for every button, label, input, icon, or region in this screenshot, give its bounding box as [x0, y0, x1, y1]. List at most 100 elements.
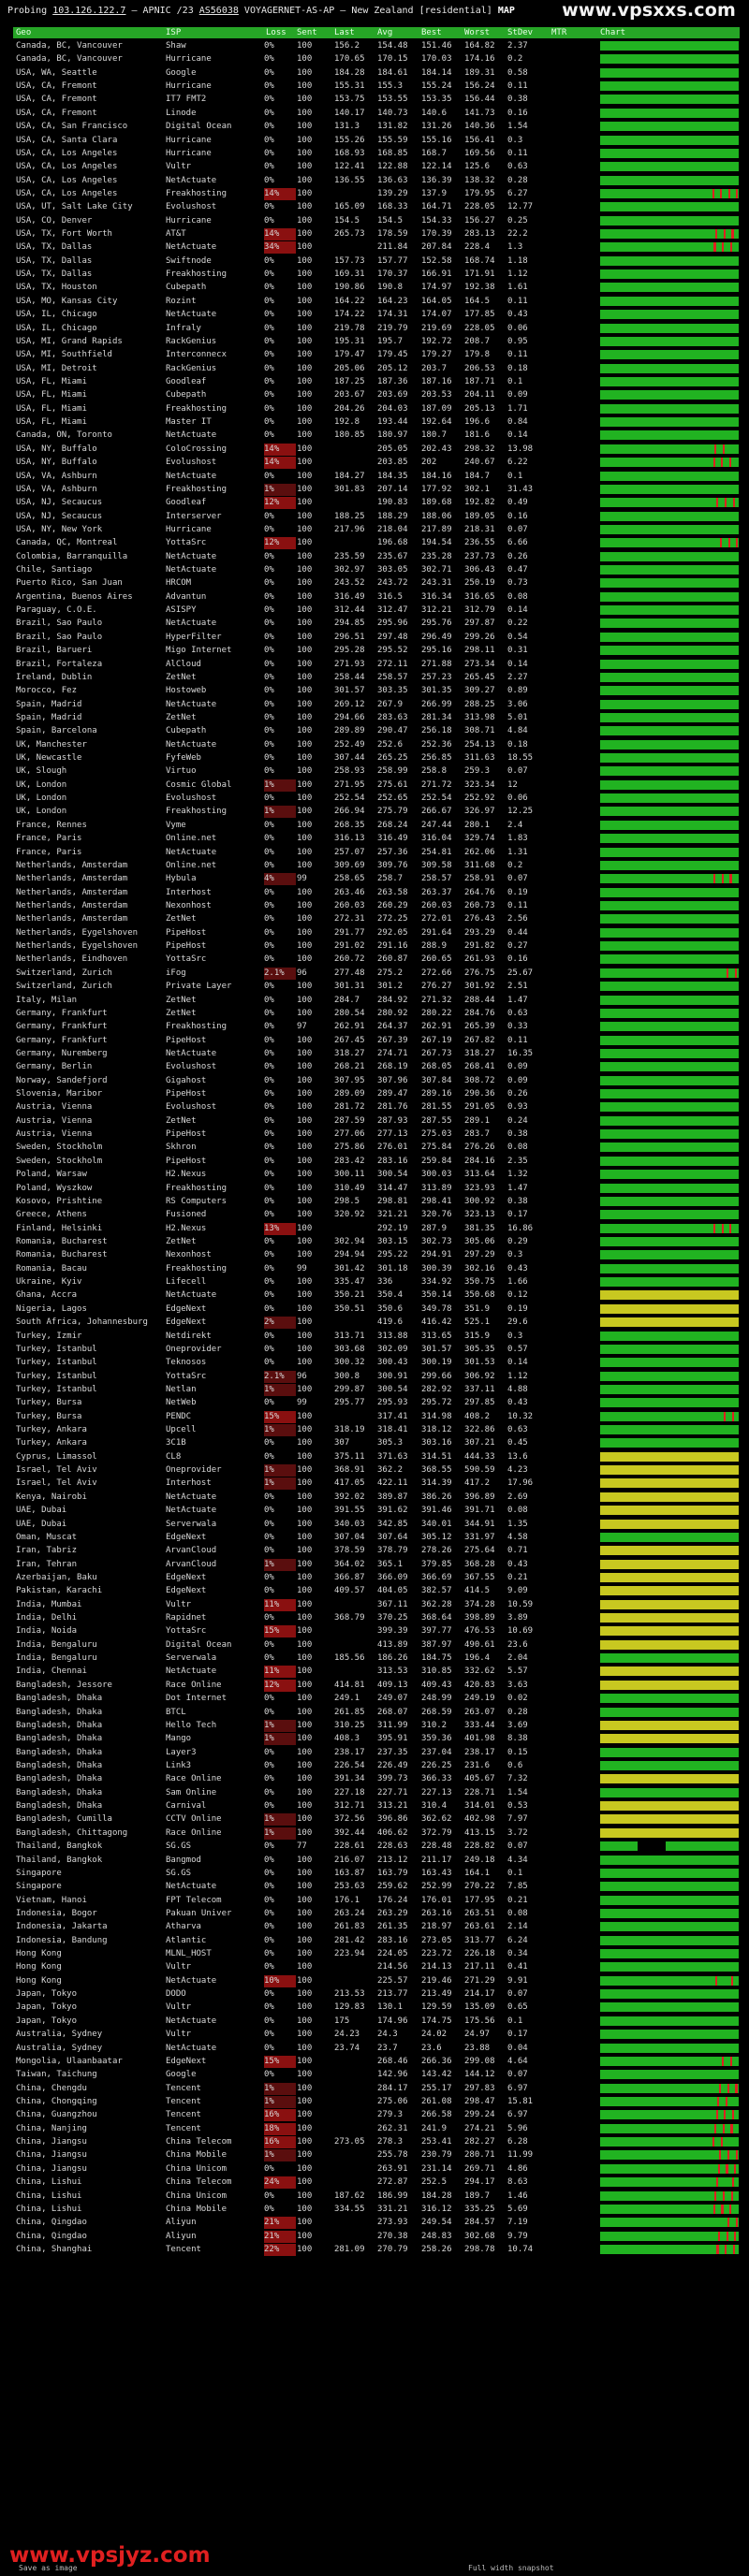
- table-row[interactable]: Turkey, Bursa PENDC 15% 100 317.41 314.98 408.…: [13, 1410, 740, 1423]
- table-row[interactable]: China, Lishui China Mobile 0% 100 334.55 331.…: [13, 2203, 740, 2216]
- table-row[interactable]: Ireland, Dublin ZetNet 0% 100 258.44 258.57 25…: [13, 671, 740, 684]
- table-row[interactable]: Germany, Frankfurt ZetNet 0% 100 280.54 280.9…: [13, 1007, 740, 1020]
- table-row[interactable]: Norway, Sandefjord Gigahost 0% 100 307.95 307…: [13, 1074, 740, 1087]
- table-row[interactable]: China, Lishui China Telecom 24% 100 272.87 25…: [13, 2176, 740, 2190]
- table-row[interactable]: Slovenia, Maribor PipeHost 0% 100 289.09 289.…: [13, 1087, 740, 1100]
- table-row[interactable]: USA, CA, Los Angeles Freakhosting 14% 100 13…: [13, 187, 740, 200]
- table-row[interactable]: Turkey, Bursa NetWeb 0% 99 295.77 295.93 295.7…: [13, 1396, 740, 1409]
- table-row[interactable]: Hong Kong NetActuate 10% 100 225.57 219.46 271…: [13, 1974, 740, 1987]
- table-row[interactable]: China, Chongqing Tencent 1% 100 275.06 261.08…: [13, 2095, 740, 2108]
- table-row[interactable]: Turkey, Istanbul Netlan 1% 100 299.87 300.54 2…: [13, 1383, 740, 1396]
- table-row[interactable]: Brazil, Fortaleza AlCloud 0% 100 271.93 272.1…: [13, 658, 740, 671]
- table-row[interactable]: Turkey, Ankara 3C1B 0% 100 307 305.3 303.16 307…: [13, 1436, 740, 1449]
- table-row[interactable]: UK, Manchester NetActuate 0% 100 252.49 252.6…: [13, 738, 740, 751]
- table-row[interactable]: USA, CA, Fremont Hurricane 0% 100 155.31 155.…: [13, 80, 740, 93]
- table-row[interactable]: Bangladesh, Dhaka Hello Tech 1% 100 310.25 31…: [13, 1719, 740, 1732]
- table-row[interactable]: India, Noida YottaSrc 15% 100 399.39 397.77 47…: [13, 1624, 740, 1638]
- table-row[interactable]: Colombia, Barranquilla NetActuate 0% 100 235…: [13, 550, 740, 563]
- table-row[interactable]: Canada, QC, Montreal YottaSrc 12% 100 196.68…: [13, 536, 740, 550]
- table-row[interactable]: Canada, ON, Toronto NetActuate 0% 100 180.85…: [13, 429, 740, 442]
- table-row[interactable]: USA, TX, Dallas NetActuate 34% 100 211.84 207…: [13, 240, 740, 255]
- table-row[interactable]: USA, NY, Buffalo ColoCrossing 14% 100 205.05…: [13, 443, 740, 456]
- table-row[interactable]: Austria, Vienna ZetNet 0% 100 287.59 287.93 28…: [13, 1114, 740, 1128]
- col-last[interactable]: Last: [334, 28, 355, 37]
- table-row[interactable]: UK, London Evolushost 0% 100 252.54 252.65 252…: [13, 792, 740, 805]
- table-row[interactable]: Germany, Frankfurt Freakhosting 0% 97 262.91…: [13, 1020, 740, 1033]
- table-row[interactable]: Hong Kong Vultr 0% 100 214.56 214.13 217.11 0.4…: [13, 1960, 740, 1973]
- table-row[interactable]: Netherlands, Amsterdam Nexonhost 0% 100 260.…: [13, 899, 740, 912]
- table-row[interactable]: Turkey, Istanbul Oneprovider 0% 100 303.68 30…: [13, 1343, 740, 1356]
- table-row[interactable]: Canada, BC, Vancouver Hurricane 0% 100 170.6…: [13, 52, 740, 65]
- table-row[interactable]: Austria, Vienna Evolushost 0% 100 281.72 281.…: [13, 1100, 740, 1113]
- table-row[interactable]: Azerbaijan, Baku EdgeNext 0% 100 366.87 366.0…: [13, 1571, 740, 1584]
- table-row[interactable]: Indonesia, Jakarta Atharva 0% 100 261.83 261.…: [13, 1920, 740, 1933]
- table-row[interactable]: Australia, Sydney NetActuate 0% 100 23.74 23.…: [13, 2042, 740, 2055]
- table-row[interactable]: Israel, Tel Aviv Interhost 1% 100 417.05 422.…: [13, 1477, 740, 1491]
- table-row[interactable]: France, Paris Online.net 0% 100 316.13 316.49…: [13, 832, 740, 845]
- table-row[interactable]: Netherlands, Eygelshoven PipeHost 0% 100 291…: [13, 939, 740, 953]
- table-row[interactable]: Brazil, Sao Paulo HyperFilter 0% 100 296.51 2…: [13, 631, 740, 644]
- table-row[interactable]: Paraguay, C.O.E. ASISPY 0% 100 312.44 312.47 3…: [13, 604, 740, 617]
- col-sent[interactable]: Sent: [297, 28, 317, 37]
- table-row[interactable]: Sweden, Stockholm PipeHost 0% 100 283.42 283.…: [13, 1155, 740, 1168]
- table-row[interactable]: Israel, Tel Aviv Oneprovider 1% 100 368.91 36…: [13, 1463, 740, 1477]
- table-row[interactable]: Romania, Bucharest Nexonhost 0% 100 294.94 29…: [13, 1248, 740, 1261]
- table-row[interactable]: India, Delhi Rapidnet 0% 100 368.79 370.25 368…: [13, 1611, 740, 1624]
- table-row[interactable]: China, Jiangsu China Telecom 16% 100 273.05 2…: [13, 2135, 740, 2149]
- table-row[interactable]: Netherlands, Eindhoven YottaSrc 0% 100 260.7…: [13, 953, 740, 966]
- table-row[interactable]: Turkey, Istanbul YottaSrc 2.1% 96 300.8 300.9…: [13, 1370, 740, 1383]
- table-row[interactable]: UK, London Cosmic Global 1% 100 271.95 275.61…: [13, 779, 740, 792]
- table-row[interactable]: Japan, Tokyo DODO 0% 100 213.53 213.77 213.49 2…: [13, 1987, 740, 2001]
- table-row[interactable]: UK, Newcastle FyfeWeb 0% 100 307.44 265.25 256…: [13, 751, 740, 764]
- table-row[interactable]: USA, NJ, Secaucus Interserver 0% 100 188.25 1…: [13, 510, 740, 523]
- table-row[interactable]: Thailand, Bangkok SG.GS 0% 77 228.61 228.63 22…: [13, 1840, 740, 1853]
- table-row[interactable]: Austria, Vienna PipeHost 0% 100 277.06 277.13…: [13, 1128, 740, 1141]
- table-row[interactable]: Brazil, Sao Paulo NetActuate 0% 100 294.85 29…: [13, 617, 740, 630]
- table-row[interactable]: Kenya, Nairobi NetActuate 0% 100 392.02 389.8…: [13, 1491, 740, 1504]
- table-row[interactable]: China, Jiangsu China Unicom 0% 100 263.91 231…: [13, 2162, 740, 2176]
- table-row[interactable]: Canada, BC, Vancouver Shaw 0% 100 156.2 154.4…: [13, 39, 740, 52]
- table-row[interactable]: Bangladesh, Dhaka Carnival 0% 100 312.71 313.…: [13, 1799, 740, 1812]
- map-link[interactable]: MAP: [498, 6, 515, 16]
- table-row[interactable]: Bangladesh, Jessore Race Online 12% 100 414.…: [13, 1679, 740, 1692]
- table-row[interactable]: Kosovo, Prishtine RS Computers 0% 100 298.5 2…: [13, 1195, 740, 1208]
- table-row[interactable]: India, Chennai NetActuate 11% 100 313.53 310.…: [13, 1665, 740, 1679]
- table-row[interactable]: Bangladesh, Dhaka Dot Internet 0% 100 249.1 2…: [13, 1692, 740, 1705]
- table-row[interactable]: Cyprus, Limassol CL8 0% 100 375.11 371.63 314.…: [13, 1450, 740, 1463]
- table-row[interactable]: USA, WA, Seattle Google 0% 100 184.28 184.61 1…: [13, 66, 740, 80]
- table-row[interactable]: Australia, Sydney Vultr 0% 100 24.23 24.3 24.0…: [13, 2028, 740, 2041]
- table-row[interactable]: USA, CA, Los Angeles Hurricane 0% 100 168.93…: [13, 147, 740, 160]
- table-row[interactable]: Bangladesh, Dhaka BTCL 0% 100 261.85 268.07 26…: [13, 1706, 740, 1719]
- table-row[interactable]: Thailand, Bangkok Bangmod 0% 100 216.07 213.1…: [13, 1854, 740, 1867]
- table-row[interactable]: USA, CA, Fremont Linode 0% 100 140.17 140.73 1…: [13, 107, 740, 120]
- table-row[interactable]: Bangladesh, Cumilla CCTV Online 1% 100 372.5…: [13, 1812, 740, 1826]
- table-row[interactable]: Pakistan, Karachi EdgeNext 0% 100 409.57 404.…: [13, 1584, 740, 1597]
- table-row[interactable]: Turkey, Ankara Upcell 1% 100 318.19 318.41 318…: [13, 1423, 740, 1437]
- table-row[interactable]: India, Mumbai Vultr 11% 100 367.11 362.28 374.…: [13, 1598, 740, 1611]
- table-row[interactable]: USA, IL, Chicago Infraly 0% 100 219.78 219.79…: [13, 322, 740, 335]
- table-row[interactable]: Ukraine, Kyiv Lifecell 0% 100 335.47 336 334.9…: [13, 1275, 740, 1288]
- table-row[interactable]: Japan, Tokyo Vultr 0% 100 129.83 130.1 129.59 1…: [13, 2001, 740, 2014]
- table-row[interactable]: Bangladesh, Dhaka Layer3 0% 100 238.17 237.35…: [13, 1746, 740, 1759]
- table-row[interactable]: USA, TX, Dallas Swiftnode 0% 100 157.73 157.7…: [13, 255, 740, 268]
- table-row[interactable]: USA, FL, Miami Master IT 0% 100 192.8 193.44 1…: [13, 415, 740, 429]
- table-row[interactable]: Sweden, Stockholm Skhron 0% 100 275.86 276.01…: [13, 1141, 740, 1154]
- table-row[interactable]: Switzerland, Zurich Private Layer 0% 100 301…: [13, 980, 740, 993]
- table-row[interactable]: Ghana, Accra NetActuate 0% 100 350.21 350.4 35…: [13, 1288, 740, 1302]
- table-row[interactable]: USA, VA, Ashburn NetActuate 0% 100 184.27 184…: [13, 470, 740, 483]
- table-row[interactable]: USA, CA, Santa Clara Hurricane 0% 100 155.26…: [13, 134, 740, 147]
- table-row[interactable]: USA, CA, Fremont IT7 FMT2 0% 100 153.75 153.5…: [13, 93, 740, 106]
- table-row[interactable]: Argentina, Buenos Aires Advantun 0% 100 316.…: [13, 590, 740, 604]
- table-row[interactable]: Japan, Tokyo NetActuate 0% 100 175 174.96 174.…: [13, 2015, 740, 2028]
- table-row[interactable]: USA, TX, Fort Worth AT&T 14% 100 265.73 178.5…: [13, 227, 740, 241]
- table-row[interactable]: USA, NJ, Secaucus Goodleaf 12% 100 190.83 189…: [13, 496, 740, 510]
- table-row[interactable]: China, Chengdu Tencent 1% 100 284.17 255.17 29…: [13, 2082, 740, 2095]
- table-row[interactable]: Singapore NetActuate 0% 100 253.63 259.62 252.…: [13, 1880, 740, 1893]
- table-row[interactable]: USA, CO, Denver Hurricane 0% 100 154.5 154.5 1…: [13, 214, 740, 227]
- table-row[interactable]: Morocco, Fez Hostoweb 0% 100 301.57 303.35 301…: [13, 684, 740, 697]
- asn-link[interactable]: AS56038: [199, 6, 239, 16]
- table-row[interactable]: India, Bengaluru Serverwala 0% 100 185.56 186…: [13, 1652, 740, 1665]
- table-row[interactable]: USA, VA, Ashburn Freakhosting 1% 100 301.83 2…: [13, 483, 740, 496]
- table-row[interactable]: USA, CA, San Francisco Digital Ocean 0% 100…: [13, 120, 740, 133]
- col-chart[interactable]: Chart: [600, 28, 625, 37]
